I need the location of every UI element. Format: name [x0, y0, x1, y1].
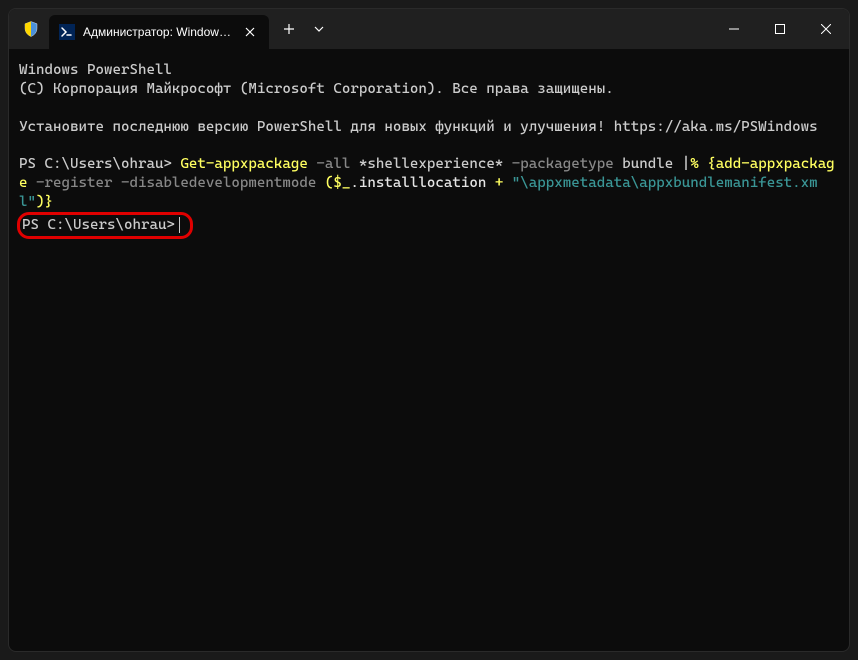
tab-dropdown-button[interactable] [305, 13, 333, 45]
close-button[interactable] [803, 9, 849, 49]
output-line: Установите последнюю версию PowerShell д… [19, 118, 839, 137]
cmd-var: $_ [333, 175, 350, 191]
output-line: Windows PowerShell [19, 61, 839, 80]
window-controls [711, 9, 849, 49]
terminal-content[interactable]: Windows PowerShell(C) Корпорация Майкрос… [9, 49, 849, 651]
titlebar: Администратор: Windows Pc [9, 9, 849, 49]
cmd-brace: { [707, 156, 716, 172]
active-tab[interactable]: Администратор: Windows Pc [49, 15, 269, 49]
cmd-flag: -all [308, 156, 350, 172]
terminal-window: Администратор: Windows Pc Windows PowerS… [8, 8, 850, 652]
command-line: PS C:\Users\ohrau> Get-appxpackage -all … [19, 156, 835, 210]
cmdlet: Get-appxpackage [180, 156, 307, 172]
powershell-icon [59, 24, 75, 40]
cmd-arg: *shellexperience* [350, 156, 503, 172]
cmd-close: )} [36, 194, 53, 210]
cmd-flag: -packagetype [503, 156, 613, 172]
admin-shield-icon [21, 19, 41, 39]
new-tab-button[interactable] [273, 13, 305, 45]
prompt: PS C:\Users\ohrau> [22, 217, 175, 233]
output-line: (C) Корпорация Майкрософт (Microsoft Cor… [19, 80, 839, 99]
highlight-annotation: PS C:\Users\ohrau> [17, 212, 193, 239]
prompt: PS C:\Users\ohrau> [19, 156, 180, 172]
cmd-prop: .installlocation [350, 175, 494, 191]
cursor [179, 217, 180, 233]
tab-title: Администратор: Windows Pc [83, 25, 233, 39]
cmd-flag: -register -disabledevelopmentmode [28, 175, 325, 191]
cmd-op: % [690, 156, 707, 172]
maximize-button[interactable] [757, 9, 803, 49]
tab-close-button[interactable] [241, 23, 259, 41]
minimize-button[interactable] [711, 9, 757, 49]
cmd-pipe: | [682, 156, 691, 172]
cmd-arg: bundle [614, 156, 682, 172]
